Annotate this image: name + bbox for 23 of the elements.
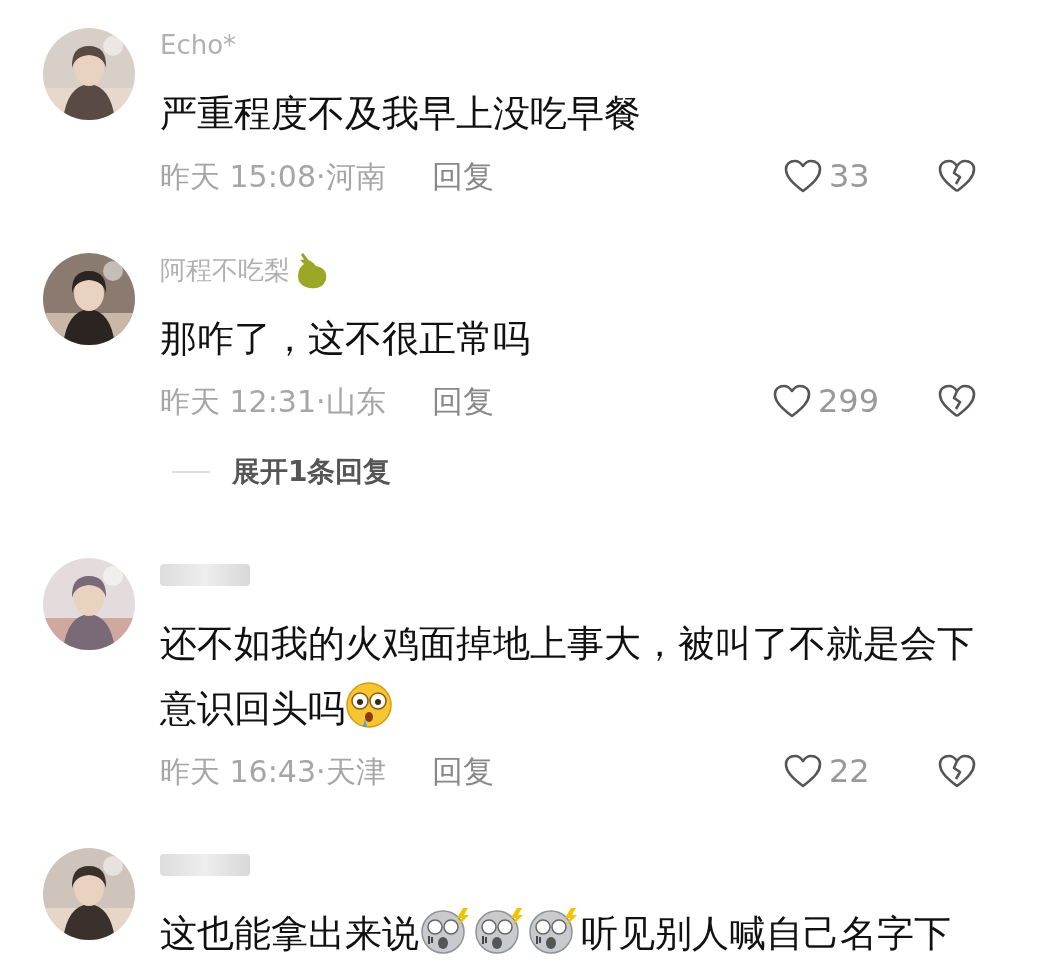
heart-icon[interactable] — [783, 158, 823, 194]
heart-icon[interactable] — [783, 753, 823, 789]
heart-icon[interactable] — [771, 383, 812, 419]
like-count: 299 — [817, 380, 879, 422]
like-count: 33 — [829, 155, 871, 197]
comment-text: 还不如我的火鸡面掉地上事大，被叫了不就是会下意识回头吗 昨天 16:43·天津 回复 22 — [160, 611, 1010, 801]
flushed-emoji-icon — [345, 681, 393, 729]
broken-heart-icon[interactable] — [937, 383, 977, 419]
comment-time-location: 昨天 16:43·天津 — [160, 752, 386, 791]
comment-time-location: 昨天 12:31·山东 — [160, 382, 386, 421]
comment-text: 那咋了，这不很正常吗 昨天 12:31·山东 回复 299 — [160, 306, 1010, 431]
reply-link[interactable]: 回复 — [431, 143, 494, 209]
like-count: 22 — [829, 750, 871, 792]
expand-replies-link[interactable]: 展开1条回复 — [232, 453, 392, 491]
broken-heart-icon[interactable] — [937, 753, 977, 789]
comment-text: 严重程度不及我早上没吃早餐 昨天 15:08·河南 回复 33 — [160, 81, 1010, 206]
username[interactable]: 阿程不吃梨 — [160, 250, 290, 290]
comment-text: 这也能拿出来说 听见别人喊自己名字下 — [160, 901, 1010, 960]
comment-time-location: 昨天 15:08·河南 — [160, 157, 386, 196]
reply-link[interactable]: 回复 — [431, 368, 494, 434]
broken-heart-icon[interactable] — [937, 158, 977, 194]
reply-link[interactable]: 回复 — [431, 738, 494, 804]
username[interactable]: Echo* — [160, 25, 237, 65]
